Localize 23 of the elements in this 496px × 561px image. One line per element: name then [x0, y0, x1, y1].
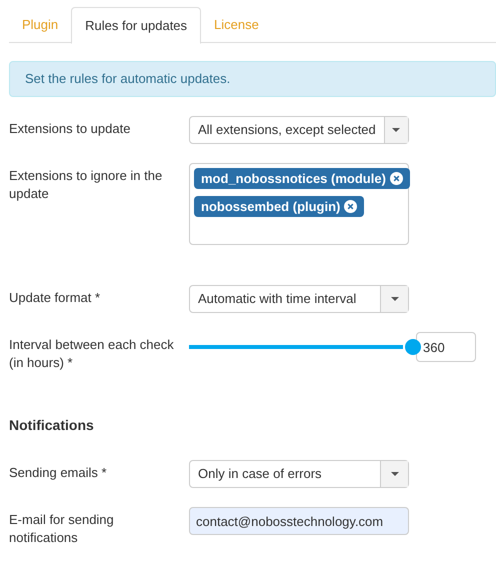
caret-icon: [390, 297, 398, 301]
dropdown-select[interactable]: Automatic with time interval: [189, 285, 409, 313]
dropdown-select[interactable]: Only in case of errors: [189, 460, 409, 488]
tag-chip: mod_nobossnotices (module): [194, 168, 410, 189]
field-label: Update format *: [9, 289, 102, 307]
tag-chip: nobossembed (plugin): [194, 196, 364, 217]
field-label: Extensions to update: [9, 120, 132, 138]
section-heading: Notifications: [9, 416, 95, 434]
info-alert: Set the rules for automatic updates.: [9, 61, 496, 97]
dropdown-select[interactable]: All extensions, except selected: [189, 116, 409, 144]
field-label: E-mail for sending notifications: [9, 511, 115, 547]
caret-icon: [390, 472, 398, 476]
number-field[interactable]: 360: [416, 332, 476, 362]
caret-icon: [392, 128, 400, 132]
field-label: Extensions to ignore in the update: [9, 167, 164, 203]
field-label: Sending emails *: [9, 464, 108, 482]
field-label: Interval between each check (in hours) *: [9, 336, 174, 372]
remove-icon[interactable]: [390, 172, 403, 185]
email-field[interactable]: contact@nobosstechnology.com: [189, 507, 409, 535]
tags-field[interactable]: mod_nobossnotices (module) nobossembed (plugin): [189, 163, 409, 245]
remove-icon[interactable]: [344, 200, 358, 213]
slider-thumb[interactable]: [405, 339, 421, 355]
tab[interactable]: Rules for updates: [71, 7, 202, 44]
